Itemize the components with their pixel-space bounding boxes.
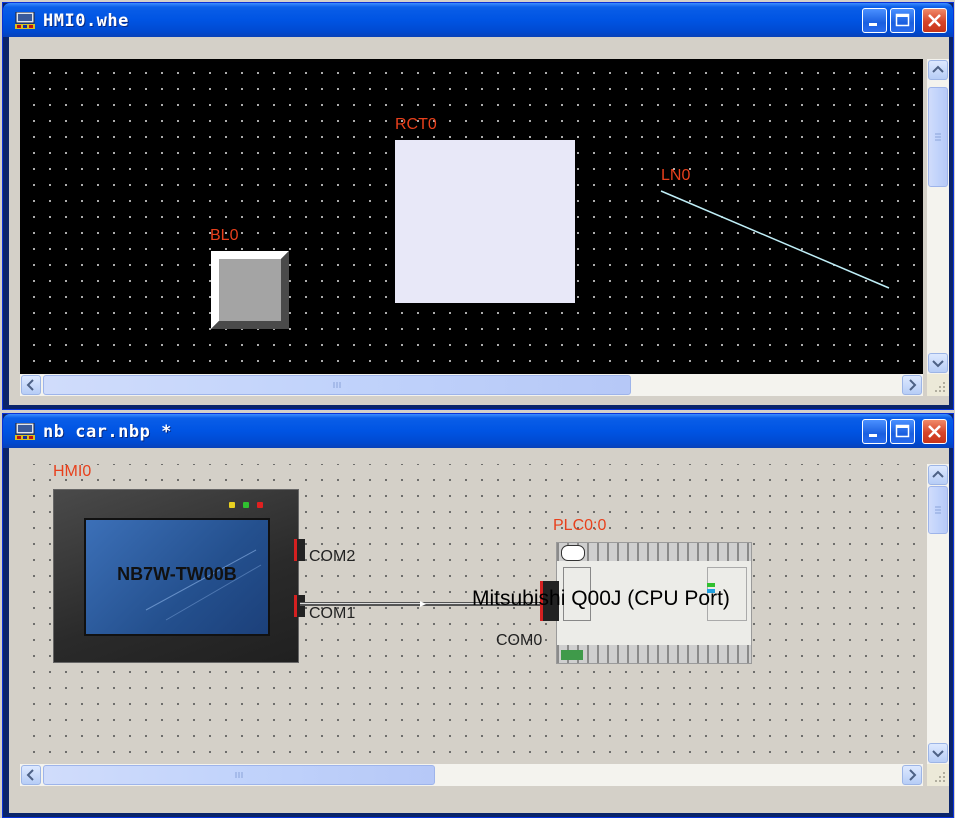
hmi-model: NB7W-TW00B (117, 564, 237, 584)
line-object[interactable] (655, 184, 895, 294)
scroll-up-button[interactable] (928, 60, 948, 80)
scroll-left-button[interactable] (21, 375, 41, 395)
scroll-left-icon (26, 379, 34, 391)
scroll-up-icon (932, 470, 944, 478)
scroll-down-button[interactable] (928, 353, 948, 373)
window-title: nb car.nbp * (43, 422, 172, 442)
screen-canvas[interactable]: RCT0 LN0 BL0 (20, 59, 923, 374)
rectangle-object[interactable] (395, 140, 575, 303)
terminal-block-top (557, 543, 751, 561)
title-bar[interactable]: nb car.nbp * (3, 414, 953, 448)
maximize-icon (895, 424, 910, 438)
nbd-app-icon (15, 423, 35, 440)
status-led (243, 502, 249, 508)
maximize-button[interactable] (890, 8, 915, 33)
resize-grip[interactable] (927, 374, 949, 396)
scroll-right-icon (909, 769, 917, 781)
horizontal-scrollbar[interactable] (20, 374, 923, 396)
minimize-button[interactable] (862, 419, 887, 444)
horizontal-scroll-thumb[interactable] (43, 765, 435, 785)
plc-device-label: PLC0:0 (553, 517, 607, 534)
button-object-label: BL0 (210, 227, 239, 244)
com0-label: COM0 (496, 632, 543, 649)
close-icon (928, 425, 941, 438)
resize-grip-icon (935, 772, 945, 782)
bit-lamp-button-object[interactable] (211, 251, 291, 331)
window-title: HMI0.whe (43, 11, 129, 31)
line-object-label: LN0 (661, 167, 691, 184)
vertical-scroll-thumb[interactable] (928, 87, 948, 187)
horizontal-scroll-thumb[interactable] (43, 375, 631, 395)
vertical-scroll-thumb[interactable] (928, 486, 948, 534)
maximize-icon (895, 13, 910, 27)
project-window[interactable]: nb car.nbp * HMI0 NB7W-TW00B COM2 COM1 P… (2, 413, 954, 818)
com2-label: COM2 (309, 548, 356, 565)
vertical-scrollbar[interactable] (927, 59, 949, 374)
nbd-app-icon (15, 12, 35, 29)
client-area: HMI0 NB7W-TW00B COM2 COM1 PLC0:0 COM0 Mi… (9, 448, 949, 813)
scroll-down-icon (932, 360, 944, 368)
hmi-device-label: HMI0 (53, 464, 92, 480)
hmi-screen: NB7W-TW00B (84, 518, 270, 636)
status-led (257, 502, 263, 508)
client-area: RCT0 LN0 BL0 (9, 37, 949, 405)
com2-port[interactable] (294, 539, 305, 561)
scroll-up-button[interactable] (928, 465, 948, 485)
scroll-right-button[interactable] (902, 375, 922, 395)
close-icon (928, 14, 941, 27)
minimize-icon (869, 23, 877, 26)
maximize-button[interactable] (890, 419, 915, 444)
project-canvas[interactable]: HMI0 NB7W-TW00B COM2 COM1 PLC0:0 COM0 Mi… (20, 464, 923, 764)
status-led (229, 502, 235, 508)
close-button[interactable] (922, 8, 947, 33)
close-button[interactable] (922, 419, 947, 444)
scroll-down-button[interactable] (928, 743, 948, 763)
hmi-device[interactable]: NB7W-TW00B (53, 489, 299, 663)
minimize-icon (869, 434, 877, 437)
resize-grip-icon (935, 382, 945, 392)
vertical-scrollbar[interactable] (927, 464, 949, 764)
scroll-left-icon (26, 769, 34, 781)
title-bar[interactable]: HMI0.whe (3, 3, 953, 37)
terminal-block-bottom (557, 645, 751, 663)
resize-grip[interactable] (927, 764, 949, 786)
plc-model: Mitsubishi Q00J (CPU Port) (472, 587, 730, 610)
scroll-down-icon (932, 750, 944, 758)
scroll-right-icon (909, 379, 917, 391)
horizontal-scrollbar[interactable] (20, 764, 923, 786)
screen-editor-window[interactable]: HMI0.whe RCT0 LN0 BL0 (2, 2, 954, 410)
scroll-up-icon (932, 65, 944, 73)
scroll-right-button[interactable] (902, 765, 922, 785)
minimize-button[interactable] (862, 8, 887, 33)
rect-object-label: RCT0 (395, 116, 437, 133)
scroll-left-button[interactable] (21, 765, 41, 785)
